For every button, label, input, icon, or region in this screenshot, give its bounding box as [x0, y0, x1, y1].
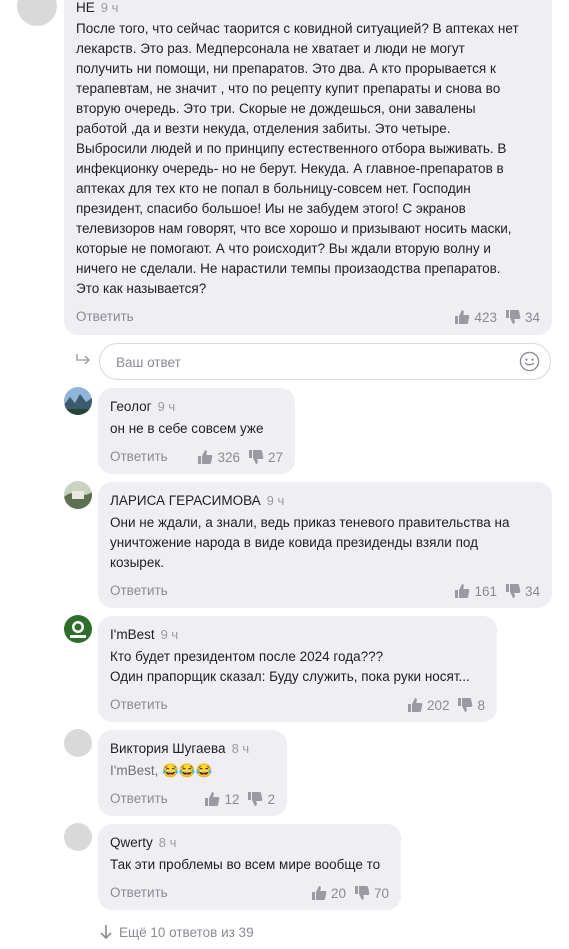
comment-text-line: которые не помогают. А что роисходит? Вы… [76, 241, 491, 256]
comment-author[interactable]: НЕ [76, 0, 95, 15]
like-count: 326 [217, 449, 240, 465]
comment-text-line: лекарств. Это раз. Медперсонала не хвата… [76, 41, 465, 56]
like-count: 161 [474, 583, 497, 599]
reply-button[interactable]: Ответить [110, 449, 168, 464]
reply-input[interactable] [114, 344, 498, 381]
thumb-up-icon [311, 886, 327, 900]
like-button[interactable]: 326 [197, 449, 240, 465]
thumb-down-icon [505, 584, 521, 598]
thumb-up-icon [455, 584, 470, 598]
reply-comment: I'mBest 9 ч Кто будет президентом после 2… [98, 616, 497, 722]
dislike-button[interactable]: 2 [247, 791, 275, 807]
dislike-count: 70 [373, 885, 389, 901]
like-count: 12 [224, 791, 240, 807]
comment-text-line: президент, спасибо большое! Иы не забуде… [76, 201, 466, 216]
like-button[interactable]: 202 [407, 697, 450, 713]
more-replies-link[interactable]: Ещё 10 ответов из 39 [99, 922, 254, 942]
dislike-count: 34 [524, 309, 540, 325]
reply-button[interactable]: Ответить [110, 583, 168, 598]
comment-author[interactable]: Qwerty [110, 835, 153, 850]
comment-text-line: вторую очередь. Это три. Скорые не дожде… [76, 101, 476, 116]
thumb-up-icon [455, 310, 470, 324]
dislike-count: 27 [267, 449, 283, 465]
avatar[interactable] [64, 481, 92, 509]
reply-comment: Геолог 9 ч он не в себе совсем уже Ответи… [98, 388, 295, 474]
comment-time: 9 ч [160, 627, 179, 642]
more-replies-label: Ещё 10 ответов из 39 [119, 924, 254, 940]
avatar[interactable] [17, 0, 57, 26]
reply-comment: Виктория Шугаева 8 ч I'mBest, 😂😂😂 Ответит… [98, 730, 287, 816]
reply-button[interactable]: Ответить [110, 885, 168, 900]
like-count: 20 [330, 885, 346, 901]
comment-text-line: После того, что сейчас таорится с ковидн… [76, 21, 519, 36]
thumb-down-icon [458, 698, 473, 712]
comment-text-line: Один прапорщик сказал: Буду служить, пок… [110, 669, 470, 684]
comment-author[interactable]: ЛАРИСА ГЕРАСИМОВА [110, 493, 261, 508]
comment-text-line: 😂😂😂 [162, 763, 213, 778]
reply-button[interactable]: Ответить [110, 697, 168, 712]
comment-text-line: терапевтам, не значит , что по рецепту к… [76, 81, 501, 96]
reply-comment: Qwerty 8 ч Так эти проблемы во всем мире … [98, 824, 401, 910]
comment-text-line: козырек. [110, 555, 164, 570]
like-count: 423 [474, 309, 497, 325]
comment-main: НЕ 9 ч После того, что сейчас таорится с … [64, 0, 552, 335]
reply-button[interactable]: Ответить [76, 309, 134, 324]
thumb-down-icon [354, 886, 370, 900]
comment-time: 9 ч [100, 0, 119, 15]
dislike-button[interactable]: 34 [505, 309, 540, 325]
thumb-down-icon [248, 450, 264, 464]
comment-text-line: телевизоров нам говорят, что все хорошо … [76, 221, 512, 236]
comment-time: 8 ч [158, 835, 177, 850]
like-button[interactable]: 20 [311, 885, 346, 901]
avatar[interactable] [64, 823, 92, 851]
comment-text-line: он не в себе совсем уже [110, 421, 264, 436]
reply-box [99, 343, 551, 381]
like-button[interactable]: 161 [454, 583, 497, 599]
thumb-down-icon [248, 792, 263, 806]
avatar[interactable] [64, 387, 92, 415]
dislike-button[interactable]: 27 [248, 449, 283, 465]
comment-text-line: ничего не сделали. Не нарастили темпы пр… [76, 261, 501, 276]
comment-text-line: Так эти проблемы во всем мире вообще то [110, 857, 381, 872]
dislike-button[interactable]: 34 [505, 583, 540, 599]
dislike-button[interactable]: 70 [354, 885, 389, 901]
comment-text-line: инфекционку очередь- но не берут. Некуда… [76, 161, 504, 176]
comment-text-line: уничтожение народа в виде ковида президе… [110, 535, 478, 550]
like-button[interactable]: 12 [204, 791, 239, 807]
comment-text-line: аптеках для тех кто не попал в больницу-… [76, 181, 471, 196]
like-count: 202 [426, 697, 450, 713]
comment-text-line: Они не ждали, а знали, ведь приказ тенев… [110, 515, 510, 530]
comment-author[interactable]: Виктория Шугаева [110, 741, 226, 756]
mention-link[interactable]: I'mBest, [110, 763, 158, 778]
comment-time: 8 ч [231, 741, 250, 756]
comment-time: 9 ч [157, 399, 176, 414]
comment-text-line: Выбросили людей и по принципу естественн… [76, 141, 507, 156]
comment-text-line: работой ,да и везти некуда, отделения за… [76, 121, 451, 136]
reply-comment: ЛАРИСА ГЕРАСИМОВА 9 ч Они не ждали, а зна… [98, 482, 552, 608]
thumb-up-icon [198, 450, 213, 464]
reply-arrow-icon [76, 354, 91, 365]
like-button[interactable]: 423 [454, 309, 497, 325]
dislike-count: 8 [477, 697, 485, 713]
dislike-button[interactable]: 8 [457, 697, 485, 713]
comment-text-line: Это как называется? [76, 281, 207, 296]
avatar[interactable] [64, 729, 92, 757]
avatar[interactable] [64, 615, 92, 643]
thumb-down-icon [505, 310, 521, 324]
thumb-up-icon [407, 698, 423, 712]
emoji-icon[interactable] [519, 351, 540, 372]
thumb-up-icon [205, 792, 220, 806]
dislike-count: 2 [267, 791, 275, 807]
comment-text-line: Кто будет президентом после 2024 года??? [110, 649, 384, 664]
comment-author[interactable]: I'mBest [110, 627, 155, 642]
comment-time: 9 ч [266, 493, 285, 508]
dislike-count: 34 [524, 583, 540, 599]
comment-author[interactable]: Геолог [110, 399, 152, 414]
reply-button[interactable]: Ответить [110, 791, 168, 806]
arrow-down-icon [100, 925, 112, 940]
comment-text-line: получить ни помощи, ни препаратов. Это д… [76, 61, 496, 76]
